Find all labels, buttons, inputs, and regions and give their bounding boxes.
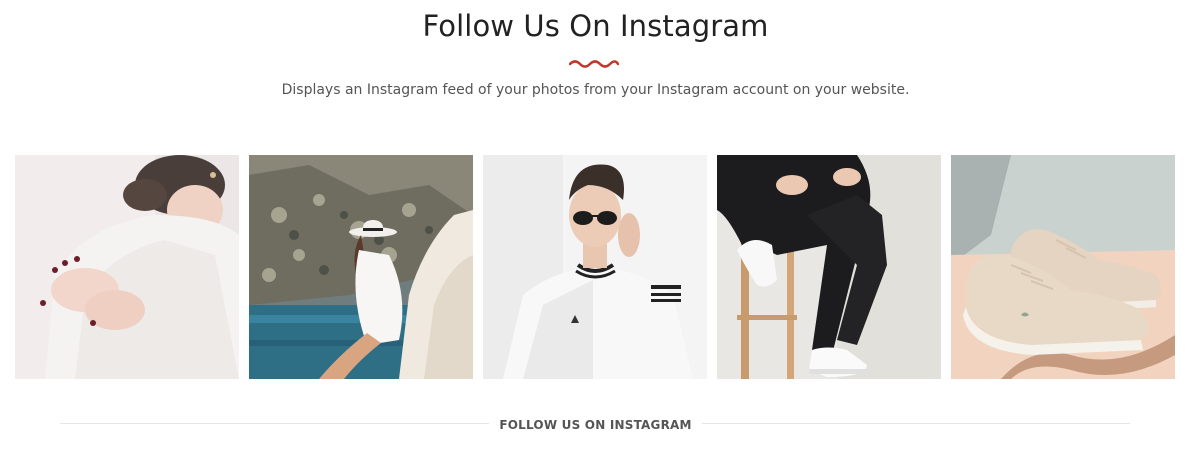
instagram-gallery [15,155,1175,379]
photo-image [951,155,1175,379]
footer-follow-link-wrap: FOLLOW US ON INSTAGRAM [0,414,1191,433]
photo-image [249,155,473,379]
photo-image [483,155,707,379]
section-subtitle: Displays an Instagram feed of your photo… [281,82,910,98]
section-title: Follow Us On Instagram [422,9,769,43]
instagram-photo-5[interactable] [951,155,1175,379]
wave-divider-icon [569,60,619,68]
instagram-section: Follow Us On Instagram Displays an Insta… [0,0,1191,449]
instagram-photo-1[interactable] [15,155,239,379]
follow-us-link[interactable]: FOLLOW US ON INSTAGRAM [489,418,702,432]
instagram-photo-3[interactable] [483,155,707,379]
photo-image [717,155,941,379]
instagram-photo-4[interactable] [717,155,941,379]
photo-image [15,155,239,379]
instagram-photo-2[interactable] [249,155,473,379]
